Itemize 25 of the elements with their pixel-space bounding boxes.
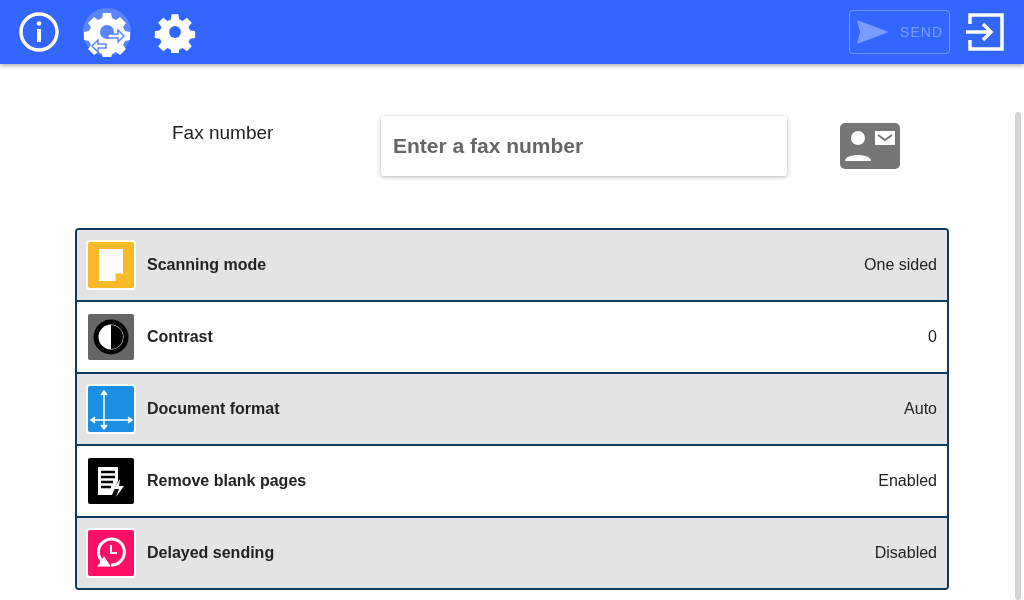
fax-number-field[interactable]: Enter a fax number — [381, 116, 787, 176]
setting-label: Document format — [147, 400, 281, 418]
setting-row[interactable]: Scanning mode One sided — [77, 230, 947, 300]
gear-sync-icon[interactable] — [82, 7, 132, 57]
info-icon[interactable] — [18, 11, 60, 53]
setting-label: Remove blank pages — [147, 472, 308, 490]
setting-value: One sided — [864, 256, 937, 274]
setting-row[interactable]: Delayed sending Disabled — [77, 516, 947, 588]
fax-number-label: Fax number — [171, 122, 275, 144]
setting-label: Delayed sending — [147, 544, 276, 562]
contrast-icon — [93, 319, 129, 355]
contact-card-icon[interactable] — [840, 123, 900, 169]
setting-value: Auto — [904, 400, 937, 418]
exit-icon[interactable] — [964, 12, 1006, 52]
setting-row[interactable]: Document format Auto — [77, 372, 947, 444]
setting-value: Enabled — [878, 472, 937, 490]
setting-value: 0 — [928, 328, 937, 346]
setting-value: Disabled — [874, 544, 937, 562]
scrollbar[interactable] — [1015, 112, 1021, 600]
settings-icon[interactable] — [154, 11, 196, 53]
send-icon — [856, 19, 891, 45]
page-icon — [97, 247, 125, 283]
setting-label: Contrast — [147, 328, 214, 346]
document-icon — [96, 465, 126, 497]
setting-label: Scanning mode — [147, 256, 268, 274]
